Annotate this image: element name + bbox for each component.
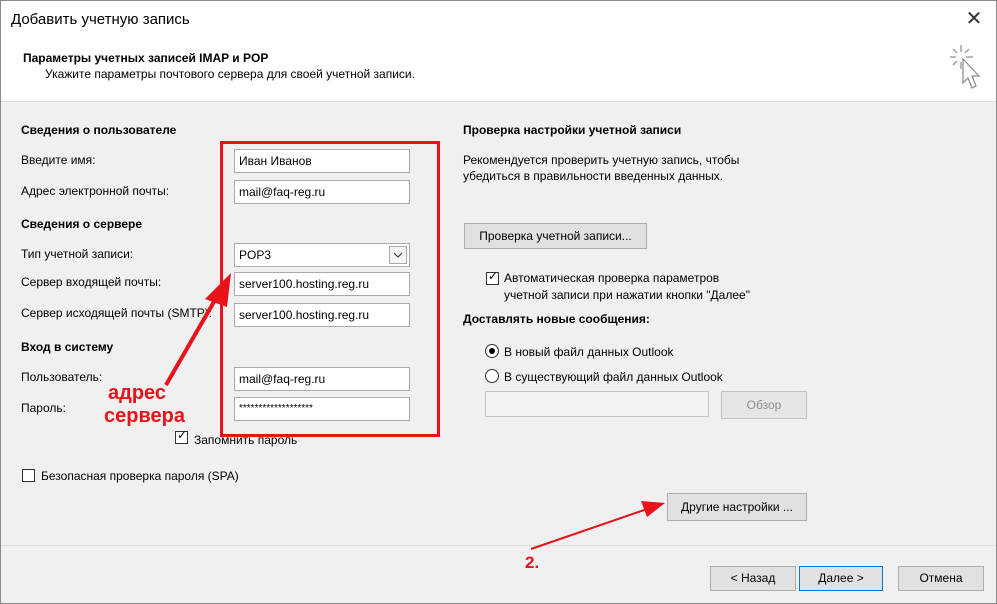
annotation-step-number: 2. [525, 553, 540, 572]
add-account-dialog: Добавить учетную запись ✕ Параметры учет… [0, 0, 997, 604]
annotation-arrows [164, 273, 665, 550]
annotation-label-line2: сервера [104, 405, 185, 427]
arrow-to-more-settings-icon [530, 501, 665, 550]
arrow-to-server-icon [164, 273, 231, 386]
annotation-label-line1: адрес [108, 382, 167, 404]
